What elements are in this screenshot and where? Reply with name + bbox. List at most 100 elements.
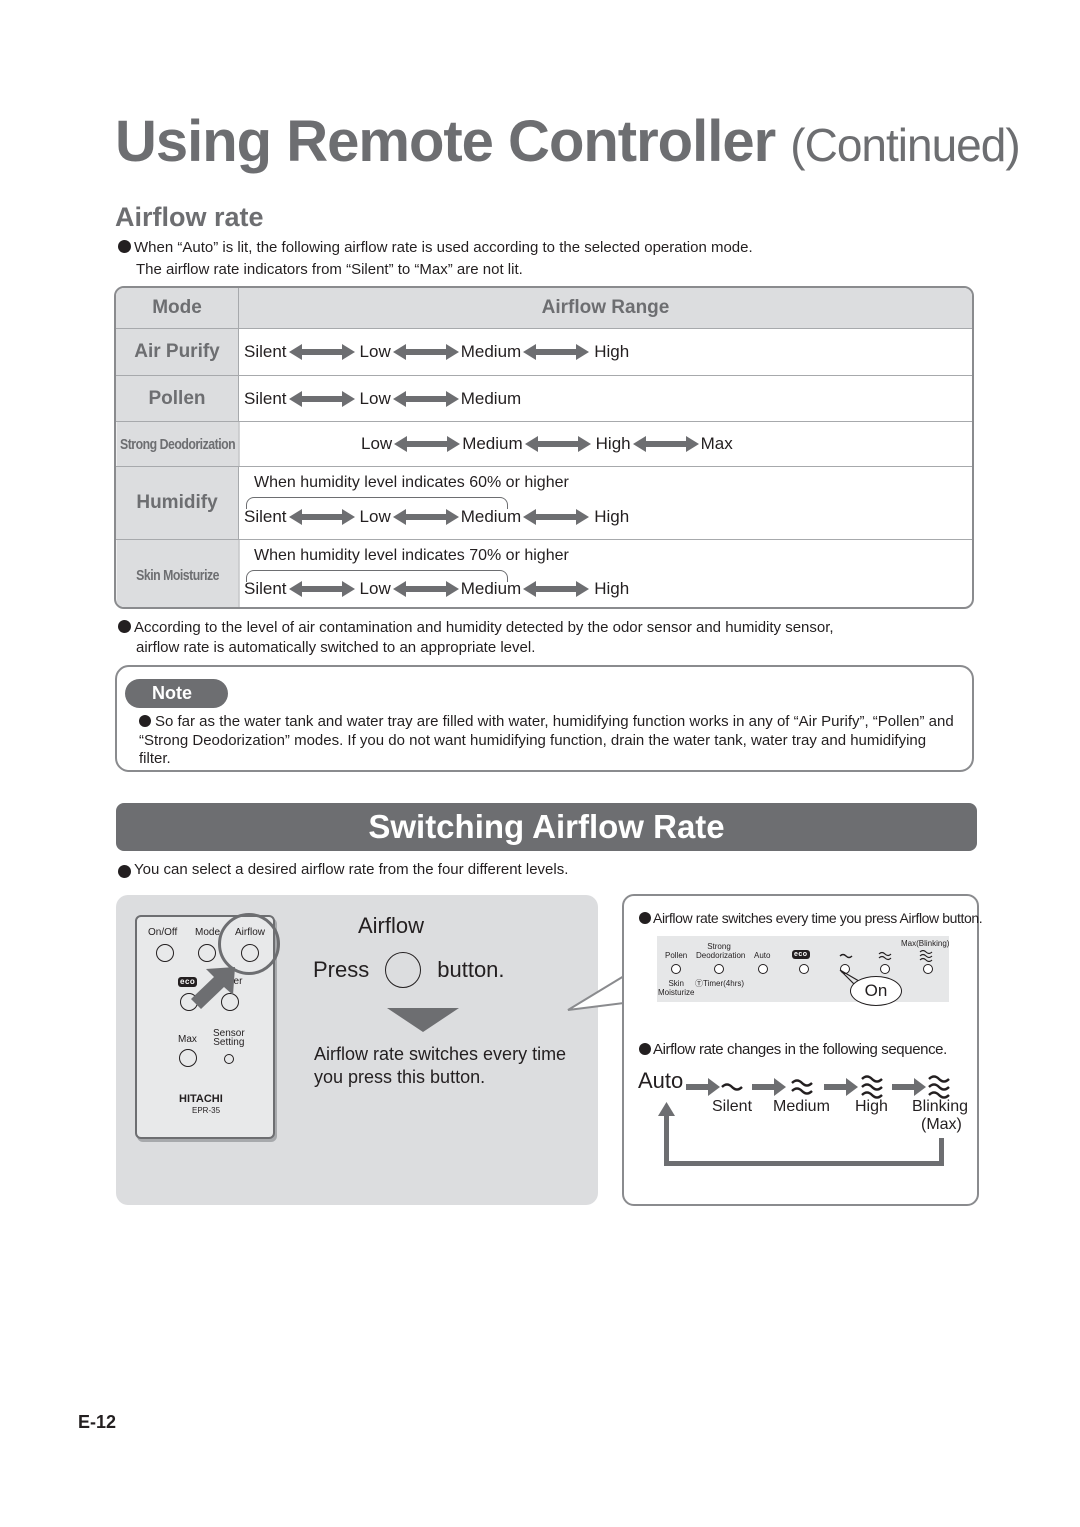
ind-label-skin-moisturize: Skin Moisturize [658, 979, 694, 997]
switching-intro-text: You can select a desired airflow rate fr… [134, 861, 569, 878]
bullet-icon [639, 912, 651, 924]
ind-label-max-blinking: Max(Blinking) [901, 939, 950, 948]
sequence-label-high: High [855, 1098, 888, 1115]
remote-sensor-button [224, 1054, 234, 1064]
button-circle-icon [385, 952, 422, 988]
step-panel: On/Off Mode Airflow eco ner Max Sensor S… [116, 895, 598, 1205]
remote-model: EPR-35 [192, 1106, 221, 1115]
bullet-icon [118, 865, 131, 878]
double-arrow-icon [632, 436, 699, 452]
double-arrow-icon [392, 509, 459, 525]
airflow-range: Silent Low Medium High [244, 342, 629, 362]
double-arrow-icon [394, 436, 461, 452]
table-row: Pollen Silent Low Medium [116, 376, 972, 422]
arrow-right-icon [892, 1078, 926, 1096]
page-number: E-12 [78, 1412, 117, 1432]
step-button-name: Airflow [358, 913, 425, 938]
humidity-condition: When humidity level indicates 60% or hig… [254, 474, 569, 491]
double-arrow-icon [392, 581, 459, 597]
sequence-diagram [658, 1075, 950, 1166]
ind-label-pollen: Pollen [665, 951, 688, 960]
mode-cell: Humidify [116, 467, 239, 539]
airflow-level-icons [839, 950, 933, 962]
sequence-label-max: (Max) [921, 1116, 962, 1133]
airflow-level: Medium [462, 434, 523, 453]
mode-cell: Strong Deodorization [116, 422, 240, 466]
double-arrow-icon [523, 509, 590, 525]
note-badge: Note [125, 679, 228, 708]
arrow-right-icon [752, 1078, 786, 1096]
ind-label-auto: Auto [754, 951, 771, 960]
mode-cell: Air Purify [116, 329, 239, 375]
remote-max-button [179, 1049, 197, 1067]
airflow-level: High [594, 507, 630, 526]
on-callout: On [850, 976, 902, 1006]
indicator-lamp-strong-deodorization [714, 964, 724, 974]
button-word: button. [437, 957, 505, 982]
airflow-range: Low Medium High Max [358, 434, 733, 454]
table-row: Air Purify Silent Low Medium High [116, 329, 972, 376]
airflow-range: Silent Low Medium [244, 389, 521, 409]
max-wave-icon [928, 1075, 950, 1099]
switching-intro: You can select a desired airflow rate fr… [118, 859, 568, 880]
remote-label-sensor-2: Setting [213, 1037, 245, 1048]
section-banner-switching: Switching Airflow Rate [116, 803, 977, 851]
auto-switch-line-2: airflow rate is automatically switched t… [136, 639, 536, 656]
airflow-level: Medium [460, 389, 522, 408]
ind-label-moisturize: Moisturize [658, 988, 695, 997]
page-title: Using Remote Controller (Continued) [115, 108, 1021, 175]
arrow-right-icon [686, 1078, 720, 1096]
remote-onoff-button [156, 944, 174, 962]
note-text: So far as the water tank and water tray … [139, 713, 959, 769]
double-arrow-icon [392, 391, 459, 407]
intro-line-2: The airflow rate indicators from “Silent… [136, 261, 523, 278]
step-description: Airflow rate switches every time you pre… [314, 1044, 567, 1087]
note-body: So far as the water tank and water tray … [139, 713, 954, 767]
double-arrow-icon [392, 344, 459, 360]
double-arrow-icon [524, 436, 591, 452]
airflow-level: Low [359, 579, 391, 598]
remote-label-onoff: On/Off [148, 927, 178, 938]
bullet-icon [118, 240, 131, 253]
column-header-airflow-range: Airflow Range [541, 297, 670, 318]
airflow-level: Silent [244, 389, 287, 408]
callout-pointer [567, 975, 626, 1011]
airflow-level: Medium [460, 507, 522, 526]
ind-label-timer: ⓉTimer(4hrs) [695, 979, 745, 988]
bullet-icon [139, 715, 151, 727]
airflow-range: Silent Low Medium High [244, 579, 629, 599]
table-row: Skin Moisturize When humidity level indi… [116, 540, 972, 607]
indicator-lamp-medium [880, 964, 890, 974]
arrow-right-icon [824, 1078, 858, 1096]
indicator-display: Pollen Strong Deodorization Auto eco Max… [657, 936, 949, 1002]
auto-switch-line-1: According to the level of air contaminat… [134, 619, 834, 636]
page-title-main: Using Remote Controller [115, 109, 776, 174]
sequence-label-blinking: Blinking [912, 1098, 969, 1115]
double-arrow-icon [288, 509, 355, 525]
sequence-caption-text: Airflow rate changes in the following se… [653, 1041, 947, 1058]
airflow-level: Medium [460, 579, 522, 598]
airflow-range: Silent Low Medium High [244, 507, 629, 527]
airflow-level: Low [359, 507, 391, 526]
high-wave-icon [861, 1075, 883, 1099]
double-arrow-icon [288, 391, 355, 407]
section-heading-airflow-rate: Airflow rate [115, 202, 264, 232]
sequence-caption: Airflow rate changes in the following se… [639, 1041, 947, 1058]
sequence-label-silent: Silent [712, 1098, 753, 1115]
table-header-row: Mode Airflow Range [116, 288, 972, 329]
ind-label-eco: eco [792, 950, 810, 959]
airflow-level: Silent [244, 507, 287, 526]
indicator-caption: Airflow rate switches every time you pre… [639, 910, 983, 926]
ind-label-strong: Strong [707, 942, 731, 951]
medium-wave-icon [791, 1079, 813, 1095]
intro-bullet: When “Auto” is lit, the following airflo… [118, 237, 753, 258]
bullet-icon [639, 1043, 651, 1055]
mode-cell: Pollen [116, 376, 239, 421]
remote-label-max: Max [178, 1034, 197, 1045]
table-row: Strong Deodorization Low Medium High Max [116, 422, 972, 467]
double-arrow-icon [523, 344, 590, 360]
airflow-level: Low [359, 342, 391, 361]
note-box: Note So far as the water tank and water … [115, 665, 974, 772]
airflow-level: Silent [244, 579, 287, 598]
pointer-arrow-icon [191, 967, 235, 1009]
